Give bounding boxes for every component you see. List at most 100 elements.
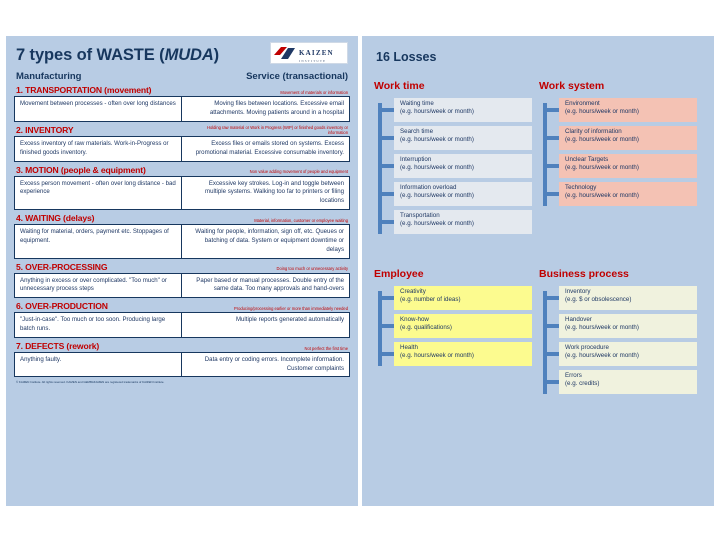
loss-group-title: Business process — [539, 268, 629, 280]
loss-item-title: Errors — [565, 372, 582, 379]
tree-connector — [543, 380, 559, 384]
tree-connector — [378, 192, 394, 196]
losses-row-bottom: Employee Creativity (e.g. number of ideas)… — [372, 268, 704, 398]
loss-item[interactable]: Waiting time (e.g. hours/week or month) — [378, 98, 532, 122]
waste-number-label: 6. OVER-PRODUCTION — [16, 301, 108, 312]
waste-cell-service: Waiting for people, information, sign of… — [195, 228, 344, 253]
waste-block: 3. MOTION (people & equipment) Non value … — [14, 165, 350, 211]
loss-item-title: Health — [400, 344, 418, 351]
tree-connector — [543, 136, 559, 140]
page-title-close: ) — [213, 46, 220, 64]
loss-item-title: Environment — [565, 100, 600, 107]
waste-cell-service: Data entry or coding errors. Incomplete … — [204, 355, 344, 372]
kaizen-institute-logo: KAIZEN INSTITUTE — [270, 42, 348, 64]
waste-cell-service: Paper based or manual processes. Double … — [196, 276, 344, 293]
tree-connector — [543, 352, 559, 356]
loss-item-measure: (e.g. hours/week or month) — [400, 108, 474, 116]
waste-number-label: 4. WAITING (delays) — [16, 213, 95, 224]
loss-item[interactable]: Unclear Targets (e.g. hours/week or month… — [543, 154, 697, 178]
loss-item-title: Work procedure — [565, 344, 609, 351]
loss-item[interactable]: Transportation (e.g. hours/week or month) — [378, 210, 532, 234]
loss-item[interactable]: Technology (e.g. hours/week or month) — [543, 182, 697, 206]
losses-row-top: Work time Waiting time (e.g. hours/week or… — [372, 80, 704, 238]
loss-item-measure: (e.g. hours/week or month) — [400, 220, 474, 228]
tree-connector — [378, 136, 394, 140]
loss-item[interactable]: Inventory (e.g. $ or obsolescence) — [543, 286, 697, 310]
waste-row: Waiting for material, orders, payment et… — [14, 224, 350, 259]
waste-block: 1. TRANSPORTATION (movement) Movement of … — [14, 85, 350, 122]
loss-item-title: Handover — [565, 316, 592, 323]
waste-block: 2. INVENTORY Holding raw material or Work… — [14, 125, 350, 162]
waste-cell-manufacturing: Movement between processes - often over … — [15, 97, 182, 121]
loss-group-work-system: Work system Environment (e.g. hours/week o… — [537, 80, 697, 238]
waste-cell-manufacturing: Waiting for material, orders, payment et… — [15, 225, 182, 258]
loss-item-title: Know-how — [400, 316, 429, 323]
waste-description: Not perfect the first time — [304, 345, 348, 351]
tree-spine — [378, 103, 382, 234]
waste-number-label: 7. DEFECTS (rework) — [16, 340, 100, 351]
loss-item[interactable]: Search time (e.g. hours/week or month) — [378, 126, 532, 150]
tree-connector — [378, 220, 394, 224]
waste-heading: 3. MOTION (people & equipment) Non value … — [14, 165, 350, 176]
waste-cell-manufacturing: Anything in excess or over complicated. … — [15, 273, 182, 298]
waste-block: 7. DEFECTS (rework) Not perfect the first… — [14, 341, 350, 378]
waste-cell-service: Multiple reports generated automatically — [235, 316, 344, 324]
waste-cell-manufacturing: Excess person movement - often over long… — [15, 176, 182, 210]
loss-item[interactable]: Interruption (e.g. hours/week or month) — [378, 154, 532, 178]
waste-heading: 4. WAITING (delays) Material, information… — [14, 213, 350, 224]
loss-item-measure: (e.g. $ or obsolescence) — [565, 296, 632, 304]
loss-item[interactable]: Clarity of information (e.g. hours/week o… — [543, 126, 697, 150]
waste-description: Holding raw material or Work in Progress… — [207, 124, 348, 135]
waste-heading: 1. TRANSPORTATION (movement) Movement of … — [14, 85, 350, 96]
loss-item-measure: (e.g. hours/week or month) — [565, 324, 639, 332]
loss-item-measure: (e.g. hours/week or month) — [400, 352, 474, 360]
loss-item-title: Information overload — [400, 184, 457, 191]
waste-row: Anything faulty. Data entry or coding err… — [14, 351, 350, 378]
loss-tree: Creativity (e.g. number of ideas) Know-how… — [372, 286, 532, 366]
loss-item-measure: (e.g. hours/week or month) — [565, 108, 639, 116]
slide-canvas: KAIZEN INSTITUTE 7 types of WASTE (MUDA)… — [0, 0, 720, 540]
loss-item-title: Inventory — [565, 288, 591, 295]
loss-item[interactable]: Know-how (e.g. qualifications) — [378, 314, 532, 338]
tree-connector — [378, 324, 394, 328]
loss-item-measure: (e.g. hours/week or month) — [565, 136, 639, 144]
waste-row: Movement between processes - often over … — [14, 96, 350, 122]
waste-description: Producing/processing earlier or more tha… — [233, 306, 348, 312]
loss-item[interactable]: Environment (e.g. hours/week or month) — [543, 98, 697, 122]
tree-connector — [378, 296, 394, 300]
waste-number-label: 1. TRANSPORTATION (movement) — [16, 85, 152, 95]
column-header-manufacturing: Manufacturing — [16, 71, 82, 82]
tree-connector — [543, 192, 559, 196]
waste-row: Excess person movement - often over long… — [14, 175, 350, 211]
waste-row: Anything in excess or over complicated. … — [14, 272, 350, 299]
loss-item-measure: (e.g. hours/week or month) — [565, 192, 639, 200]
loss-group-title: Work system — [539, 80, 605, 92]
loss-item-title: Search time — [400, 128, 434, 135]
page-title-emphasis: MUDA — [164, 46, 214, 64]
loss-item[interactable]: Health (e.g. hours/week or month) — [378, 342, 532, 366]
waste-block: 5. OVER-PROCESSING Doing too much or unne… — [14, 262, 350, 299]
loss-item-measure: (e.g. credits) — [565, 380, 600, 388]
loss-tree: Waiting time (e.g. hours/week or month) Se… — [372, 98, 532, 234]
loss-group-employee: Employee Creativity (e.g. number of ideas)… — [372, 268, 532, 398]
loss-item[interactable]: Work procedure (e.g. hours/week or month) — [543, 342, 697, 366]
logo-wordmark: KAIZEN INSTITUTE — [299, 43, 334, 63]
waste-heading: 7. DEFECTS (rework) Not perfect the first… — [14, 341, 350, 352]
losses-title: 16 Losses — [376, 50, 437, 64]
waste-number-label: 3. MOTION (people & equipment) — [16, 164, 146, 175]
waste-number-label: 5. OVER-PROCESSING — [16, 261, 108, 272]
waste-cell-manufacturing: Excess inventory of raw materials. Work-… — [15, 136, 182, 161]
loss-item[interactable]: Errors (e.g. credits) — [543, 370, 697, 394]
loss-group-title: Work time — [374, 80, 425, 92]
waste-list: 1. TRANSPORTATION (movement) Movement of … — [14, 85, 350, 378]
loss-item[interactable]: Information overload (e.g. hours/week or … — [378, 182, 532, 206]
loss-item[interactable]: Handover (e.g. hours/week or month) — [543, 314, 697, 338]
loss-item[interactable]: Creativity (e.g. number of ideas) — [378, 286, 532, 310]
tree-connector — [378, 164, 394, 168]
loss-item-measure: (e.g. hours/week or month) — [565, 352, 639, 360]
waste-cell-service: Excessive key strokes. Log-in and toggle… — [205, 179, 344, 205]
loss-item-measure: (e.g. hours/week or month) — [400, 192, 474, 200]
loss-group-business-process: Business process Inventory (e.g. $ or obso… — [537, 268, 697, 398]
loss-item-title: Creativity — [400, 288, 426, 295]
loss-item-measure: (e.g. qualifications) — [400, 324, 452, 332]
